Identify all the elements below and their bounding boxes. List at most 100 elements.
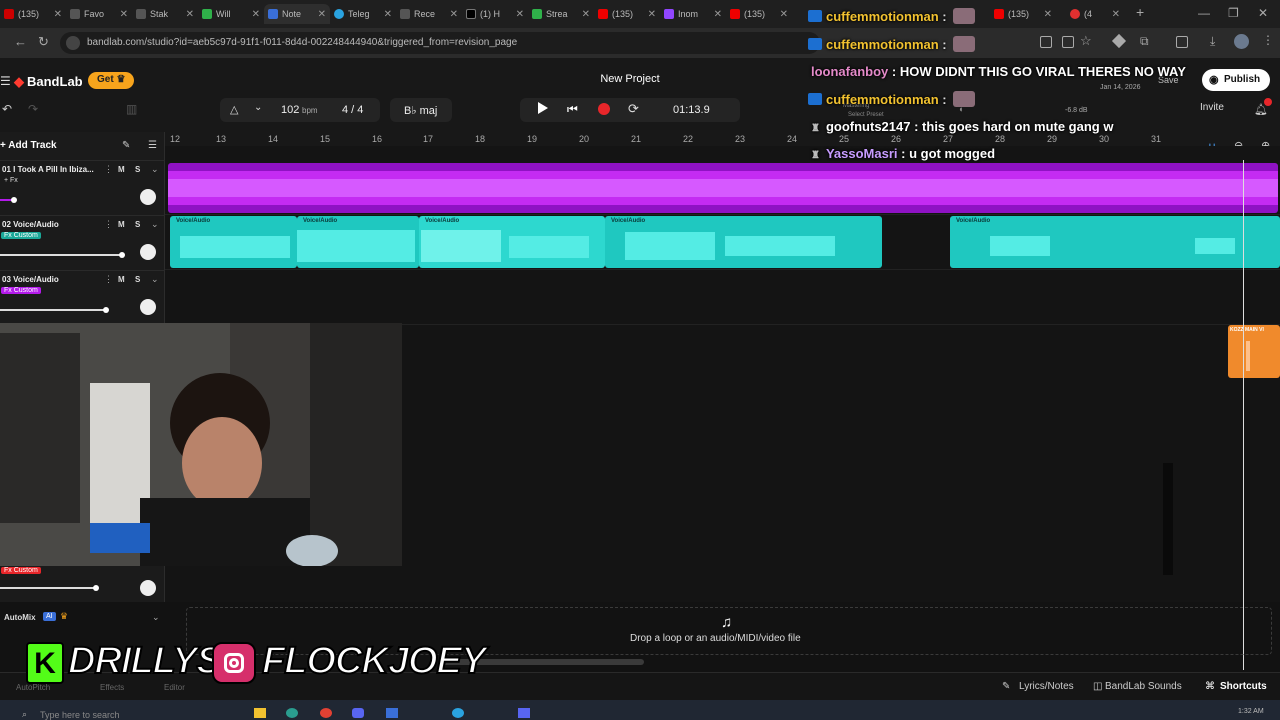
playhead[interactable] [1243,160,1244,670]
browser-tab[interactable]: (135) ✕ [0,4,66,24]
fx-custom-tag[interactable]: Fx Custom [1,287,41,294]
mute-button[interactable]: M [118,220,125,229]
track-name[interactable]: 02 Voice/Audio [2,220,98,229]
url-bar[interactable]: bandlab.com/studio?id=aeb5c97d-91f1-f011… [60,32,820,54]
reload-icon[interactable]: ↻ [38,34,49,50]
close-window-icon[interactable]: ✕ [1258,6,1268,20]
fx-custom-tag[interactable]: Fx Custom [1,567,41,574]
track-header-1[interactable]: 01 I Took A Pill In Ibiza... ⋮ M S ⌄ + F… [0,160,165,215]
tracks-settings-icon[interactable]: ☰ [148,140,157,151]
track-menu-icon[interactable]: ⋮ [104,274,113,285]
audio-clip-voice[interactable]: Voice/Audio [950,216,1280,268]
pan-knob[interactable] [140,244,156,260]
chevron-down-icon[interactable]: ⌄ [254,102,262,113]
track-header-2[interactable]: 02 Voice/Audio ⋮ M S ⌄ Fx Custom [0,215,165,270]
browser-tab[interactable]: Will ✕ [198,4,264,24]
close-icon[interactable]: ✕ [1044,9,1052,20]
browser-tab[interactable]: Inom ✕ [660,4,726,24]
record-icon[interactable] [598,103,610,115]
shortcuts-button[interactable]: Shortcuts [1220,681,1267,692]
audio-clip-voice[interactable]: Voice/Audio [297,216,419,268]
metronome-icon[interactable]: △ [230,103,238,116]
taskbar-search-input[interactable]: Type here to search [40,710,120,720]
track-lane-3[interactable] [165,270,1280,325]
chevron-down-icon[interactable]: ⌄ [152,612,160,623]
volume-handle[interactable] [119,252,125,258]
edge-icon[interactable] [286,708,298,718]
close-icon[interactable]: ✕ [582,9,590,20]
timeline-ruler[interactable] [165,132,1280,146]
audio-clip-purple[interactable] [168,163,1278,213]
browser-tab[interactable]: Rece ✕ [396,4,462,24]
profile-avatar[interactable] [1234,34,1249,49]
browser-tab[interactable]: (1) H ✕ [462,4,528,24]
browser-tab[interactable]: (135) ✕ [594,4,660,24]
close-icon[interactable]: ✕ [516,9,524,20]
discord-icon[interactable] [352,708,364,718]
hamburger-menu-icon[interactable]: ☰ [0,74,11,88]
browser-tab[interactable]: Stak ✕ [132,4,198,24]
lyrics-notes-button[interactable]: Lyrics/Notes [1019,681,1074,692]
browser-tab[interactable]: (4 ✕ [1066,4,1124,24]
close-icon[interactable]: ✕ [252,9,260,20]
autopitch-tab[interactable]: AutoPitch [16,683,50,692]
automix-label[interactable]: AutoMix [4,613,36,622]
browser-tab[interactable]: (135) ✕ [990,4,1056,24]
add-track-button[interactable]: + Add Track [0,140,57,151]
time-signature[interactable]: 4 / 4 [342,104,363,116]
mute-button[interactable]: M [118,275,125,284]
track-menu-icon[interactable]: ⋮ [104,219,113,230]
pan-knob[interactable] [140,580,156,596]
app-icon[interactable] [386,708,398,718]
browser-menu-icon[interactable]: ⋮ [1262,33,1274,47]
close-icon[interactable]: ✕ [714,9,722,20]
mute-button[interactable]: M [118,165,125,174]
solo-button[interactable]: S [135,165,140,174]
close-icon[interactable]: ✕ [1112,9,1120,20]
publish-button[interactable]: ◉ Publish [1202,69,1270,91]
audio-clip-voice[interactable]: Voice/Audio [419,216,605,268]
skip-back-icon[interactable]: ⏮ [567,102,578,117]
volume-slider[interactable] [0,254,122,256]
track-header-3[interactable]: 03 Voice/Audio ⋮ M S ⌄ Fx Custom [0,270,165,325]
puzzle-icon[interactable]: ⧉ [1140,34,1149,49]
close-icon[interactable]: ✕ [780,9,788,20]
project-title[interactable]: New Project [560,73,700,85]
volume-slider[interactable] [0,587,96,589]
screenshot-icon[interactable] [1062,36,1074,48]
telegram-icon[interactable] [452,708,464,718]
track-name[interactable]: 03 Voice/Audio [2,275,98,284]
sidebar-icon[interactable] [1176,36,1188,48]
key-value[interactable]: B♭ maj [404,104,437,117]
search-icon[interactable]: ⌕ [22,709,27,720]
close-icon[interactable]: ✕ [54,9,62,20]
browser-tab[interactable]: Teleg ✕ [330,4,396,24]
volume-handle[interactable] [103,307,109,313]
chevron-down-icon[interactable]: ⌄ [151,274,159,285]
file-explorer-icon[interactable] [254,708,266,718]
browser-tab-active[interactable]: Note ✕ [264,4,330,24]
preset-select[interactable]: Select Preset [848,112,884,118]
track-name[interactable]: 01 I Took A Pill In Ibiza... [2,165,98,174]
audio-clip-orange[interactable]: KOZZ MAIN VI [1228,325,1280,378]
close-icon[interactable]: ✕ [450,9,458,20]
site-info-icon[interactable] [66,36,80,50]
back-icon[interactable]: ← [14,34,27,49]
tempo-value[interactable]: 102 [281,104,299,116]
volume-handle[interactable] [93,585,99,591]
undo-icon[interactable]: ↶ [2,102,12,116]
pen-tool-icon[interactable]: ✎ [122,140,130,151]
bookmark-star-icon[interactable]: ☆ [1080,33,1092,49]
close-icon[interactable]: ✕ [120,9,128,20]
audio-clip-voice[interactable]: Voice/Audio [170,216,297,268]
invite-button[interactable]: Invite [1200,102,1224,113]
app-icon[interactable] [518,708,530,718]
chrome-icon[interactable] [320,708,332,718]
maximize-icon[interactable]: ❐ [1228,6,1239,20]
pan-knob[interactable] [140,299,156,315]
bandlab-logo[interactable]: ◆ BandLab [14,74,83,90]
minimize-icon[interactable]: — [1198,6,1210,20]
loop-icon[interactable]: ⟳ [628,101,639,117]
close-icon[interactable]: ✕ [384,9,392,20]
volume-handle[interactable] [11,197,17,203]
